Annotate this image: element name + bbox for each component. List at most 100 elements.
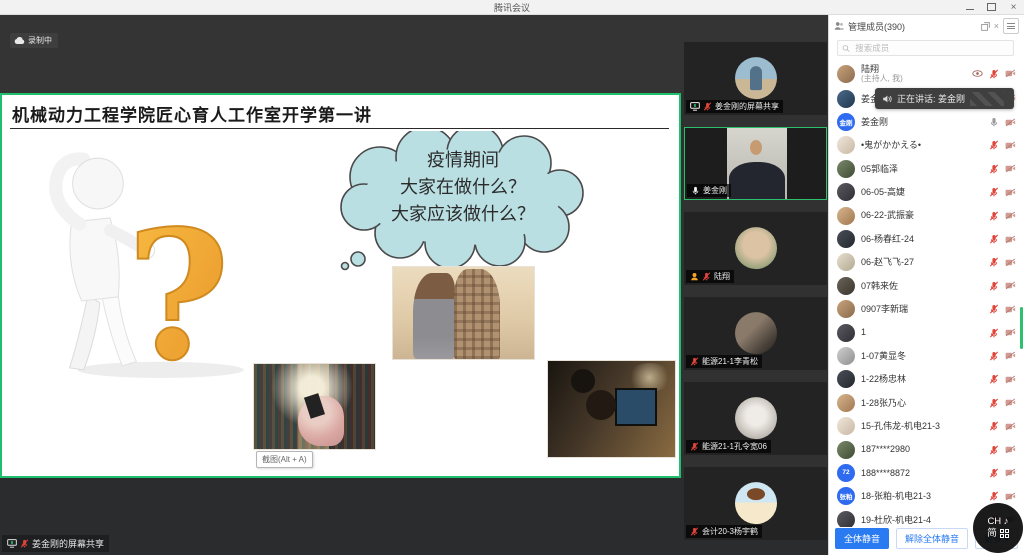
member-row[interactable]: 1-22杨忠林 — [829, 368, 1024, 391]
camera-off-icon[interactable] — [1005, 328, 1016, 337]
close-panel-icon[interactable]: × — [994, 21, 999, 31]
mic-muted-icon[interactable] — [989, 421, 999, 431]
mic-muted-icon[interactable] — [989, 468, 999, 478]
mic-muted-icon[interactable] — [989, 398, 999, 408]
member-row[interactable]: 0907李新瑞 — [829, 298, 1024, 321]
member-row[interactable]: 陆翔 (主持人, 我) — [829, 60, 1024, 87]
camera-off-icon[interactable] — [1005, 375, 1016, 384]
mic-muted-icon[interactable] — [989, 69, 999, 79]
camera-off-icon[interactable] — [1005, 235, 1016, 244]
member-row[interactable]: 07韩来佐 — [829, 274, 1024, 297]
maximize-icon[interactable] — [987, 3, 996, 11]
camera-off-icon[interactable] — [1005, 281, 1016, 290]
member-name: 06-赵飞飞-27 — [861, 257, 914, 267]
member-row[interactable]: 06-22-武振豪 — [829, 204, 1024, 227]
slide-title: 机械动力工程学院匠心育人工作室开学第一讲 — [12, 101, 667, 126]
member-avatar — [837, 253, 855, 271]
cloud-line-1: 疫情期间 — [338, 147, 588, 174]
mic-muted-icon[interactable] — [989, 351, 999, 361]
member-name: 188****8872 — [861, 468, 910, 478]
mic-muted-icon — [690, 442, 699, 451]
slide-image-library — [253, 363, 376, 450]
video-tile[interactable]: 姜金刚 — [684, 127, 827, 200]
video-tile[interactable]: 姜金刚的屏幕共享 — [684, 42, 827, 115]
camera-off-icon[interactable] — [1005, 188, 1016, 197]
member-row[interactable]: 187****2980 — [829, 438, 1024, 461]
participant-avatar — [735, 312, 777, 354]
speaking-now-text: 正在讲话: 姜金刚 — [897, 92, 965, 105]
minimize-icon[interactable] — [966, 4, 974, 10]
member-row[interactable]: 1 — [829, 321, 1024, 344]
member-name: 05郭临泽 — [861, 164, 898, 174]
camera-off-icon[interactable] — [1005, 69, 1016, 78]
recording-badge[interactable]: 录制中 — [10, 33, 58, 48]
mute-all-button[interactable]: 全体静音 — [835, 528, 889, 549]
member-search-box[interactable] — [837, 40, 1014, 56]
member-row[interactable]: 1-28张乃心 — [829, 391, 1024, 414]
participant-avatar — [735, 227, 777, 269]
camera-off-icon[interactable] — [1005, 118, 1016, 127]
video-tile[interactable]: 能源21-1李青松 — [684, 297, 827, 370]
window-titlebar: 腾讯会议 × — [0, 0, 1024, 15]
camera-off-icon[interactable] — [1005, 398, 1016, 407]
mic-muted-icon[interactable] — [989, 491, 999, 501]
ime-mode-text: CH ♪ — [987, 517, 1008, 527]
camera-off-icon[interactable] — [1005, 164, 1016, 173]
search-input[interactable] — [853, 42, 1009, 54]
mic-muted-icon[interactable] — [989, 187, 999, 197]
video-tile[interactable]: 会计20-3杨宇鹤 — [684, 467, 827, 540]
mic-muted-icon[interactable] — [989, 164, 999, 174]
unmute-all-button[interactable]: 解除全体静音 — [896, 528, 968, 549]
ime-indicator[interactable]: CH ♪ 简 — [973, 503, 1023, 553]
spotlight-eye-icon[interactable] — [972, 69, 983, 78]
video-thumbnail-column: 姜金刚的屏幕共享 姜金刚 — [684, 42, 827, 540]
mic-muted-icon — [690, 357, 699, 366]
member-row[interactable]: 1-07黄显冬 — [829, 344, 1024, 367]
mic-muted-icon[interactable] — [989, 374, 999, 384]
camera-off-icon[interactable] — [1005, 351, 1016, 360]
member-avatar — [837, 370, 855, 388]
member-row[interactable]: •鬼がかかえる• — [829, 134, 1024, 157]
video-tile[interactable]: 能源21-1孔令宽06 — [684, 382, 827, 455]
member-name: 0907李新瑞 — [861, 304, 908, 314]
camera-off-icon[interactable] — [1005, 492, 1016, 501]
close-icon[interactable]: × — [1009, 3, 1018, 12]
member-row[interactable]: 金刚 姜金刚 — [829, 110, 1024, 133]
mic-muted-icon[interactable] — [989, 140, 999, 150]
mic-muted-icon[interactable] — [989, 328, 999, 338]
mic-on-icon[interactable] — [989, 117, 999, 127]
tile-name-label: 会计20-3杨宇鹤 — [686, 525, 762, 538]
scrollbar-thumb[interactable] — [1020, 307, 1023, 349]
member-row[interactable]: 72 188****8872 — [829, 461, 1024, 484]
member-row[interactable]: 06-赵飞飞-27 — [829, 251, 1024, 274]
panel-menu-icon[interactable] — [1003, 18, 1019, 34]
member-list: 陆翔 (主持人, 我) 姜金刚 — [829, 60, 1024, 527]
mic-muted-icon[interactable] — [989, 234, 999, 244]
mic-muted-icon[interactable] — [989, 445, 999, 455]
member-row[interactable]: 06-05-高婕 — [829, 181, 1024, 204]
camera-off-icon[interactable] — [1005, 258, 1016, 267]
mic-muted-icon[interactable] — [989, 211, 999, 221]
camera-off-icon[interactable] — [1005, 211, 1016, 220]
mic-muted-icon[interactable] — [989, 281, 999, 291]
search-icon — [842, 44, 850, 53]
camera-off-icon[interactable] — [1005, 468, 1016, 477]
camera-off-icon[interactable] — [1005, 422, 1016, 431]
camera-off-icon[interactable] — [1005, 305, 1016, 314]
member-avatar — [837, 230, 855, 248]
member-row[interactable]: 15-孔伟龙-机电21-3 — [829, 414, 1024, 437]
video-tile[interactable]: 陆翔 — [684, 212, 827, 285]
camera-off-icon[interactable] — [1005, 141, 1016, 150]
mic-muted-icon[interactable] — [989, 304, 999, 314]
camera-off-icon[interactable] — [1005, 445, 1016, 454]
mic-muted-icon — [702, 272, 711, 281]
member-row[interactable]: 06-杨春红-24 — [829, 227, 1024, 250]
computer-person-1 — [571, 369, 595, 393]
screenshot-shortcut-tooltip[interactable]: 截图(Alt + A) — [256, 451, 313, 468]
popout-icon[interactable] — [981, 22, 990, 31]
member-avatar — [837, 300, 855, 318]
member-avatar — [837, 417, 855, 435]
mic-muted-icon[interactable] — [989, 257, 999, 267]
member-name: 07韩来佐 — [861, 281, 898, 291]
member-row[interactable]: 05郭临泽 — [829, 157, 1024, 180]
